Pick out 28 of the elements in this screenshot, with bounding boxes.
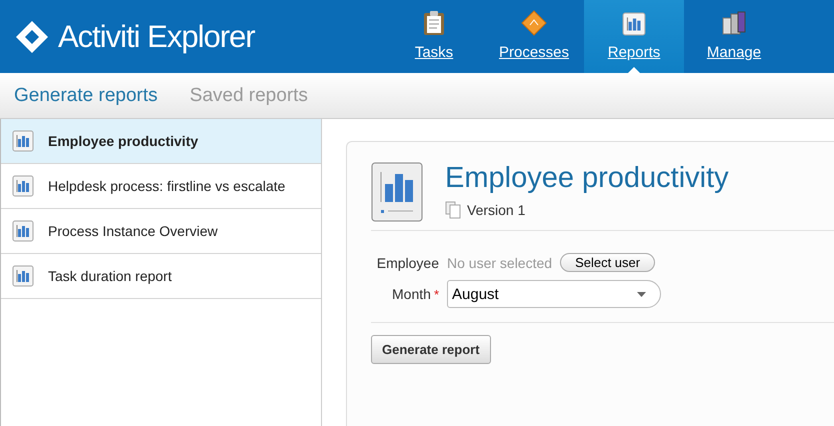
nav-tab[interactable]: Reports — [584, 0, 684, 73]
copies-icon — [445, 201, 463, 219]
report-item[interactable]: Employee productivity — [1, 119, 321, 164]
report-chart-icon — [12, 220, 34, 242]
version-text: Version 1 — [467, 202, 526, 218]
clipboard-icon — [422, 10, 446, 36]
subnav-tab[interactable]: Generate reports — [14, 84, 158, 106]
caret-icon — [637, 292, 646, 296]
month-select[interactable]: August — [447, 280, 661, 308]
generate-report-button[interactable]: Generate report — [371, 335, 491, 364]
employee-label: Employee — [376, 254, 440, 270]
required-mark: * — [434, 287, 439, 302]
diamond-icon — [521, 10, 547, 36]
nav-tab[interactable]: Tasks — [384, 0, 484, 73]
report-chart-icon — [12, 265, 34, 287]
report-chart-icon — [12, 175, 34, 197]
report-chart-icon — [12, 130, 34, 152]
report-title: Employee productivity — [445, 162, 729, 195]
logo-icon — [14, 18, 50, 54]
employee-value: No user selected — [447, 254, 552, 270]
select-user-button[interactable]: Select user — [560, 253, 656, 272]
nav-tab[interactable]: Processes — [484, 0, 584, 73]
chart-icon — [622, 12, 646, 36]
report-chart-icon — [371, 162, 423, 222]
cabinets-icon — [721, 10, 747, 36]
nav-tab[interactable]: Manage — [684, 0, 784, 73]
logo-text: Activiti Explorer — [58, 18, 255, 54]
month-label: Month * — [391, 286, 440, 302]
